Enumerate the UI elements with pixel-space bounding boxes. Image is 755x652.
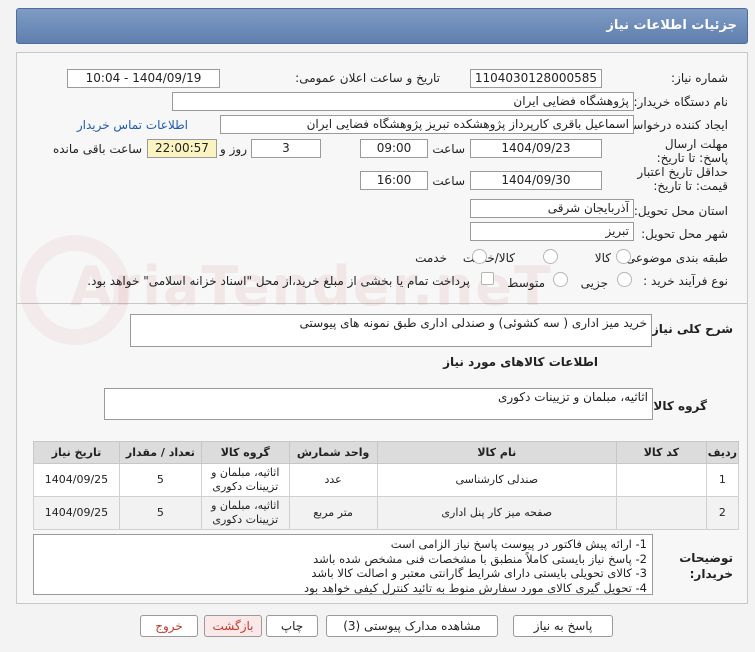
cell-code — [615, 496, 707, 530]
col-index: ردیف — [705, 441, 740, 464]
cell-code — [615, 463, 707, 497]
process-medium-label: متوسط — [507, 276, 545, 290]
province-field: آذربایجان شرقی — [470, 199, 634, 218]
remaining-time-field: 22:00:57 — [147, 139, 217, 158]
category-goods-service-radio[interactable] — [543, 249, 558, 264]
need-number-field: 1104030128000585 — [470, 69, 602, 88]
creator-field: اسماعیل باقری کارپرداز پژوهشکده تبریز پژ… — [220, 115, 634, 134]
province-label: استان محل تحویل: — [633, 204, 728, 218]
category-service-label: خدمت — [415, 251, 447, 265]
days-remaining-field: 3 — [251, 139, 321, 158]
reply-deadline-label: مهلت ارسال پاسخ: تا تاریخ: — [656, 137, 728, 165]
cell-group: اثاثیه، مبلمان و تزیینات دکوری — [200, 496, 290, 530]
city-label: شهر محل تحویل: — [641, 227, 728, 241]
buyer-notes-label: توضیحات خریدار: — [679, 551, 733, 581]
goods-table: ردیف کد کالا نام کالا واحد شمارش گروه کا… — [33, 441, 740, 530]
cell-unit: عدد — [288, 463, 378, 497]
print-button[interactable]: چاپ — [266, 615, 318, 637]
col-unit: واحد شمارش — [288, 441, 378, 464]
col-quantity: تعداد / مقدار — [118, 441, 202, 464]
table-row[interactable]: 2 صفحه میز کار پنل اداری متر مربع اثاثیه… — [33, 496, 740, 530]
buyer-notes-field: 1- ارائه پیش فاکتور در پیوست پاسخ نیاز ا… — [33, 534, 653, 595]
note-line: 2- پاسخ نیاز بایستی کاملاً منطبق با مشخص… — [313, 551, 647, 566]
buyer-org-label: نام دستگاه خریدار: — [633, 95, 729, 109]
reply-date-field: 1404/09/23 — [470, 139, 602, 158]
validity-date-field: 1404/09/30 — [470, 171, 602, 190]
col-name: نام کالا — [376, 441, 617, 464]
goods-group-field: اثاثیه، مبلمان و تزیینات دکوری — [104, 388, 653, 420]
description-field: خرید میز اداری ( سه کشوئی) و صندلی اداری… — [130, 314, 652, 347]
process-minor-radio[interactable] — [617, 272, 632, 287]
buyer-org-field: پژوهشگاه فضایی ایران — [172, 92, 634, 111]
attachments-button[interactable]: مشاهده مدارک پیوستی (3) — [326, 615, 498, 637]
category-goods-label: کالا — [594, 251, 611, 265]
creator-label: ایجاد کننده درخواست: — [617, 118, 728, 132]
validity-time-field: 16:00 — [360, 171, 428, 190]
note-line: 3- کالای تحویلی بایستی دارای شرایط گاران… — [311, 566, 647, 580]
cell-name: صفحه میز کار پنل اداری — [376, 496, 617, 530]
reply-button[interactable]: پاسخ به نیاز — [513, 615, 613, 637]
reply-time-field: 09:00 — [360, 139, 428, 158]
process-type-label: نوع فرآیند خرید : — [643, 274, 728, 288]
buyer-contact-link[interactable]: اطلاعات تماس خریدار — [77, 118, 188, 132]
col-group: گروه کالا — [200, 441, 290, 464]
cell-date: 1404/09/25 — [33, 463, 120, 497]
category-goods-radio[interactable] — [616, 249, 631, 264]
category-service-radio[interactable] — [472, 249, 487, 264]
validity-time-label: ساعت — [432, 174, 465, 188]
process-medium-radio[interactable] — [553, 272, 568, 287]
table-row[interactable]: 1 صندلی کارشناسی عدد اثاثیه، مبلمان و تز… — [33, 463, 740, 497]
treasury-payment-note: پرداخت تمام یا بخشی از مبلغ خرید،از محل … — [87, 274, 470, 288]
announce-date-field: 1404/09/19 - 10:04 — [67, 69, 220, 88]
category-label: طبقه بندی موضوعی: — [621, 251, 728, 265]
description-label: شرح کلی نیاز: — [647, 322, 733, 336]
category-goods-service-label: کالا/خدمت — [462, 251, 515, 265]
cell-name: صندلی کارشناسی — [376, 463, 617, 497]
cell-quantity: 5 — [118, 496, 202, 530]
exit-button[interactable]: خروج — [140, 615, 198, 637]
goods-section-title: اطلاعات کالاهای مورد نیاز — [443, 355, 598, 369]
days-label: روز و — [220, 142, 247, 156]
need-number-label: شماره نیاز: — [671, 71, 728, 85]
process-minor-label: جزیی — [580, 276, 608, 290]
announce-date-label: تاریخ و ساعت اعلان عمومی: — [295, 71, 440, 85]
back-button[interactable]: بازگشت — [204, 615, 262, 637]
goods-group-label: گروه کالا: — [648, 399, 707, 413]
cell-group: اثاثیه، مبلمان و تزیینات دکوری — [200, 463, 290, 497]
treasury-payment-checkbox[interactable] — [481, 272, 494, 285]
remaining-time-label: ساعت باقی مانده — [52, 142, 142, 156]
col-date: تاریخ نیاز — [33, 441, 120, 464]
cell-index: 1 — [705, 463, 740, 497]
price-validity-label: حداقل تاریخ اعتبار قیمت: تا تاریخ: — [637, 165, 728, 193]
reply-time-label: ساعت — [432, 142, 465, 156]
cell-date: 1404/09/25 — [33, 496, 120, 530]
col-code: کد کالا — [615, 441, 707, 464]
city-field: تبریز — [470, 222, 634, 241]
page-header: جزئیات اطلاعات نیاز — [16, 8, 748, 44]
note-line: 1- ارائه پیش فاکتور در پیوست پاسخ نیاز ا… — [390, 537, 647, 551]
cell-index: 2 — [705, 496, 740, 530]
cell-unit: متر مربع — [288, 496, 378, 530]
cell-quantity: 5 — [118, 463, 202, 497]
note-line: 4- تحویل گیری کالای مورد سفارش منوط به ت… — [303, 580, 647, 595]
